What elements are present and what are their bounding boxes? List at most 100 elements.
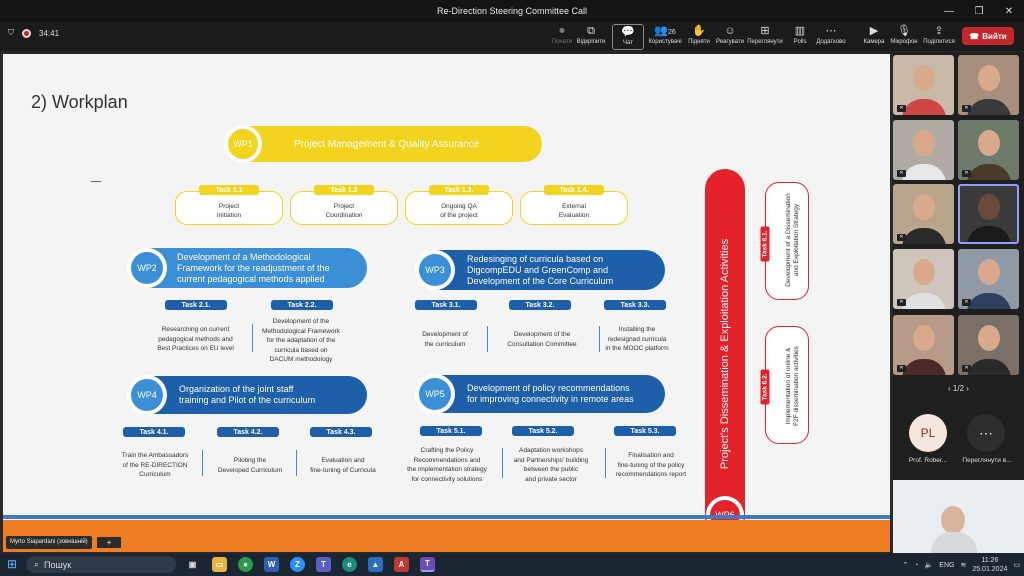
task-1-4-badge: Task 1.4. — [544, 185, 604, 195]
meeting-toolbar: ⛉ 34:41 ⏺ Почати ⧉ Відкріпити 💬 Чат 👥26 Кори… — [0, 22, 1024, 52]
view-icon: ⊞ — [760, 25, 770, 37]
clock[interactable]: 11:26 25.01.2024 — [972, 556, 1007, 574]
participant-video-tile[interactable]: ✕ — [958, 55, 1019, 115]
wp3-badge: WP3 — [415, 250, 455, 290]
people-icon: 👥26 — [654, 25, 676, 37]
participant-video-tile[interactable]: ✕ — [893, 120, 954, 180]
minimize-button[interactable]: — — [934, 0, 964, 22]
task-5-1-badge: Task 5.1. — [420, 426, 482, 436]
participant-video-tile[interactable]: ✕ — [893, 184, 954, 244]
wp2-title: Development of a Methodological Framewor… — [177, 251, 330, 284]
task-1-2-box: Project Coordination — [290, 191, 398, 225]
wp4-number: WP4 — [131, 379, 163, 411]
presentation-slide: 2) Workplan Project Management & Quality… — [3, 54, 890, 552]
task-3-1-text: Development of the curriculum — [422, 331, 468, 348]
task-3-1-badge: Task 3.1. — [415, 300, 477, 310]
task-3-2-badge: Task 3.2. — [509, 300, 571, 310]
wp5-number: WP5 — [419, 378, 451, 410]
close-button[interactable]: ✕ — [994, 0, 1024, 22]
wp5-banner: Development of policy recommendations fo… — [421, 375, 665, 413]
edge-icon[interactable]: e — [342, 557, 357, 572]
participant-video-tile[interactable]: ✕ — [893, 315, 954, 375]
notification-icon[interactable]: ▭ — [1013, 561, 1020, 569]
add-button[interactable]: + — [95, 536, 123, 549]
mic-off-icon: ✕ — [962, 365, 971, 372]
separator — [487, 326, 488, 352]
microphone-button[interactable]: 🎙 Мікрофон — [885, 24, 923, 45]
react-icon: ☺ — [724, 25, 736, 37]
task-view-icon[interactable]: ▣ — [185, 557, 200, 572]
task-1-4-box: External Evaluation — [520, 191, 628, 225]
camera-icon: ▶ — [869, 25, 879, 37]
self-view-video[interactable] — [893, 480, 1024, 553]
avatar-label: Prof. Rober... — [908, 457, 948, 464]
people-button[interactable]: 👥26 Користувачі — [646, 24, 684, 45]
unpin-icon: ⧉ — [587, 25, 595, 37]
raise-hand-icon: ✋ — [692, 25, 706, 37]
gallery-pager: ‹ 1/2 › — [893, 384, 1024, 393]
chat-button[interactable]: 💬 Чат — [612, 24, 644, 50]
wp2-banner: Development of a Methodological Framewor… — [133, 248, 367, 288]
wp5-title: Development of policy recommendations fo… — [467, 383, 634, 404]
task-1-1-text: Project Initiation — [216, 203, 242, 219]
polls-icon: ▥ — [794, 25, 806, 37]
task-1-2-text: Project Coordination — [325, 203, 363, 219]
wifi-icon[interactable]: ≋ — [960, 561, 966, 569]
mic-off-icon: ✕ — [897, 105, 906, 112]
mic-off-icon: ✕ — [962, 299, 971, 306]
chrome-icon[interactable]: ● — [238, 557, 253, 572]
acrobat-icon[interactable]: A — [394, 557, 409, 572]
language-indicator[interactable]: ENG — [939, 562, 954, 569]
file-explorer-icon[interactable]: ▭ — [212, 557, 227, 572]
share-button[interactable]: ⇪ Поділитися — [920, 24, 958, 45]
task-3-2-text: Development of the Consultation Committe… — [507, 331, 577, 348]
taskbar-search[interactable]: ⌕ Пошук — [26, 556, 176, 573]
task-1-1-box: Project Initiation — [175, 191, 283, 225]
mic-off-icon: ✕ — [897, 365, 906, 372]
shield-icon: ⛉ — [8, 28, 14, 37]
participant-video-tile[interactable]: ✕ — [893, 55, 954, 115]
volume-icon[interactable]: 🔈 — [925, 561, 934, 569]
participant-video-tile[interactable]: ✕ — [958, 249, 1019, 309]
zoom-icon[interactable]: Z — [290, 557, 305, 572]
react-button[interactable]: ☺ Реагувати — [711, 24, 749, 45]
task-4-2-text: Piloting the Developed Curriculum — [217, 457, 283, 474]
wp3-title: Redesinging of curricula based on Digcom… — [467, 253, 614, 286]
self-body — [931, 532, 977, 553]
participant-video-tile-active[interactable] — [958, 184, 1019, 244]
page-indicator: 1/2 — [952, 384, 965, 393]
more-button[interactable]: ⋯ Додатково — [812, 24, 850, 45]
word-icon[interactable]: W — [264, 557, 279, 572]
view-button[interactable]: ⊞ Переглянути — [746, 24, 784, 45]
participant-video-tile[interactable]: ✕ — [958, 315, 1019, 375]
wp1-number: WP1 — [227, 128, 259, 160]
wp4-title: Organization of the joint staff training… — [179, 384, 316, 405]
task-3-3-badge: Task 3.3. — [604, 300, 666, 310]
network-icon[interactable]: ◔ — [914, 562, 918, 569]
chevron-right-icon[interactable]: › — [966, 384, 969, 393]
view-more-label[interactable]: Переглянути в... — [955, 457, 1019, 464]
more-participants-icon[interactable]: ⋯ — [967, 414, 1005, 452]
task-1-2-badge: Task 1.2 — [314, 185, 374, 195]
windows-start-icon[interactable]: ⊞ — [7, 557, 17, 571]
slide-footer-band — [3, 520, 890, 552]
maximize-button[interactable]: ❐ — [964, 0, 994, 22]
participant-video-tile[interactable]: ✕ — [958, 120, 1019, 180]
chevron-up-icon[interactable]: ⌃ — [902, 561, 908, 569]
task-1-3-badge: Task 1.3. — [429, 185, 489, 195]
teams-active-icon[interactable]: T — [420, 557, 435, 572]
task-5-2-text: Adaptation workshops and Partnerships' b… — [513, 447, 589, 483]
task-2-2-badge: Task 2.2. — [271, 300, 333, 310]
search-icon: ⌕ — [34, 559, 40, 569]
teams-icon[interactable]: T — [316, 557, 331, 572]
participant-video-tile[interactable]: ✕ — [893, 249, 954, 309]
slide-footer-stripe — [3, 515, 890, 519]
photos-icon[interactable]: ▲ — [368, 557, 383, 572]
share-icon: ⇪ — [934, 25, 944, 37]
avatar[interactable]: PL — [909, 414, 947, 452]
mic-off-icon: ✕ — [897, 299, 906, 306]
unpin-button[interactable]: ⧉ Відкріпити — [572, 24, 610, 45]
wp3-number: WP3 — [419, 254, 451, 286]
leave-button[interactable]: ☎ Вийти — [962, 27, 1014, 45]
task-6-1-text: Development of a Dissemination and Explo… — [785, 193, 800, 287]
